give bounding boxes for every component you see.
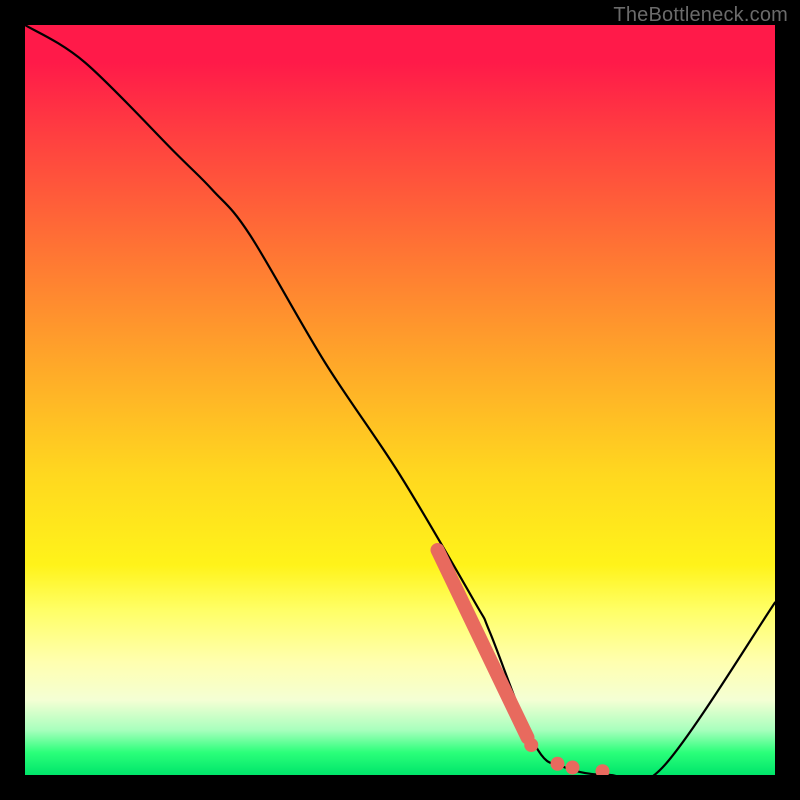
highlight-dots	[524, 738, 609, 775]
plot-svg	[25, 25, 775, 775]
plot-area	[25, 25, 775, 775]
highlight-dot	[551, 757, 565, 771]
highlight-dot	[566, 761, 580, 775]
watermark-text: TheBottleneck.com	[613, 4, 788, 27]
highlight-line	[438, 550, 528, 738]
highlight-dot	[524, 738, 538, 752]
curve-path	[25, 25, 775, 775]
highlight-dot	[596, 764, 610, 775]
chart-frame: TheBottleneck.com	[0, 0, 800, 800]
